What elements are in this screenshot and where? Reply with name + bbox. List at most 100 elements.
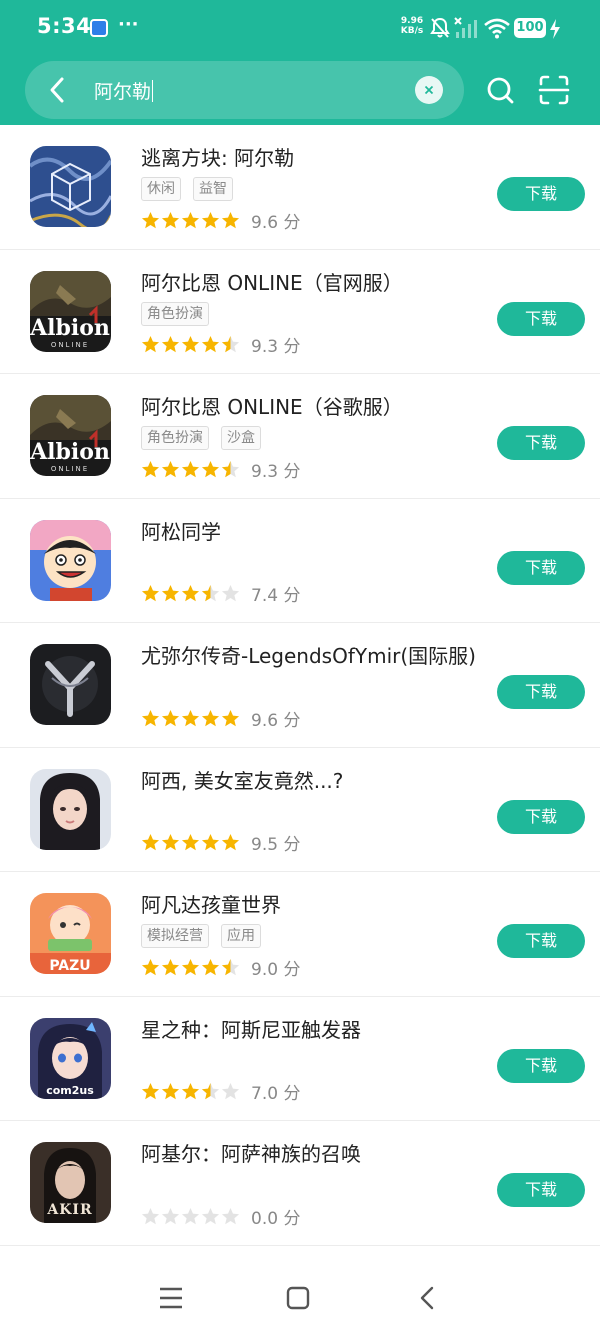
app-rating: 9.3 分 [141,332,300,357]
app-list-item[interactable]: Albion ONLINE 阿尔比恩 ONLINE（官网服） 角色扮演 9.3 … [0,250,600,374]
app-list-item[interactable]: com2us 星之种：阿斯尼亚触发器 7.0 分 下载 [0,997,600,1121]
app-name[interactable]: 逃离方块: 阿尔勒 [141,142,294,171]
akir-icon[interactable]: AKIR [30,1142,111,1223]
star-empty-icon [161,1207,180,1224]
star-rating [141,211,240,230]
star-seed-com2us-icon[interactable]: com2us [30,1017,111,1099]
roommate-girl-icon[interactable] [30,768,111,850]
svg-text:Albion: Albion [30,315,110,341]
signal-icon [454,17,477,38]
menu-icon[interactable] [158,1285,184,1311]
category-tag: 角色扮演 [141,301,209,326]
app-name[interactable]: 星之种：阿斯尼亚触发器 [141,1014,361,1043]
rusty-lake-cube-icon[interactable] [30,146,111,227]
svg-text:Albion: Albion [30,439,110,465]
app-list: 逃离方块: 阿尔勒 休闲 益智 9.6 分 下载 Albion ONLINE 阿尔… [0,125,600,1246]
download-button[interactable]: 下载 [497,799,585,834]
network-speed-value: 9.96 [400,16,424,26]
clear-search-icon[interactable] [415,76,443,104]
download-button[interactable]: 下载 [497,1173,585,1207]
star-filled-icon [221,709,240,726]
app-list-item[interactable]: PAZU 阿凡达孩童世界 模拟经营 应用 9.0 分 下载 [0,872,600,997]
app-name[interactable]: 阿凡达孩童世界 [141,889,281,918]
legends-of-ymir-icon[interactable] [30,644,111,725]
more-notifications-icon: ··· [118,14,139,35]
star-filled-icon [161,335,180,353]
category-tag: 沙盒 [221,426,261,450]
network-speed-unit: KB/s [400,26,424,36]
star-filled-icon [141,709,160,726]
home-icon[interactable] [285,1285,311,1311]
app-list-item[interactable]: AKIR 阿基尔：阿萨神族的召唤 0.0 分 下载 [0,1121,600,1246]
pazu-avatar-world-icon[interactable]: PAZU [30,893,111,974]
status-bar: 5:34 ··· 9.96 KB/s 100 [0,0,600,58]
svg-text:PAZU: PAZU [49,958,90,974]
app-name[interactable]: 阿基尔：阿萨神族的召唤 [141,1138,361,1167]
app-list-item[interactable]: 逃离方块: 阿尔勒 休闲 益智 9.6 分 下载 [0,125,600,250]
svg-text:AKIR: AKIR [46,1202,92,1218]
app-tags: 模拟经营 应用 [141,924,261,948]
download-button[interactable]: 下载 [497,924,585,958]
app-rating: 9.6 分 [141,706,300,731]
star-filled-icon [141,460,160,477]
star-filled-icon [161,211,180,228]
category-tag: 休闲 [141,177,181,201]
rating-score: 9.3 分 [251,332,300,357]
rating-score-value: 0.0 [251,1208,279,1229]
rating-score-value: 7.0 [251,1084,279,1104]
search-icon[interactable] [485,74,515,106]
star-filled-icon [201,460,220,477]
star-rating [141,1082,240,1101]
rating-score-value: 9.3 [251,461,279,482]
star-filled-icon [181,709,200,726]
app-list-item[interactable]: Albion ONLINE 阿尔比恩 ONLINE（谷歌服） 角色扮演 沙盒 9.… [0,374,600,499]
albion-online-icon[interactable]: Albion ONLINE [30,270,111,352]
app-name[interactable]: 阿尔比恩 ONLINE（官网服） [141,267,403,296]
back-arrow-icon[interactable] [44,74,72,106]
app-list-item[interactable]: 阿松同学 7.4 分 下载 [0,499,600,623]
star-filled-icon [181,335,200,353]
app-rating: 7.0 分 [141,1079,300,1104]
app-list-item[interactable]: 尤弥尔传奇-LegendsOfYmir(国际服) 9.6 分 下载 [0,623,600,748]
star-filled-icon [201,958,220,975]
star-filled-icon [201,335,220,353]
star-empty-icon [221,1082,240,1100]
app-header: 5:34 ··· 9.96 KB/s 100 阿尔勒 [0,0,600,125]
app-name[interactable]: 尤弥尔传奇-LegendsOfYmir(国际服) [141,640,476,669]
app-rating: 9.0 分 [141,957,300,980]
star-rating [141,335,240,354]
albion-online-icon[interactable]: Albion ONLINE [30,395,111,476]
download-button[interactable]: 下载 [497,426,585,460]
download-button[interactable]: 下载 [497,1048,585,1083]
star-half-icon [221,335,240,353]
app-tags: 角色扮演 [141,301,209,326]
search-bar[interactable] [25,61,464,119]
download-button[interactable]: 下载 [497,177,585,211]
star-filled-icon [181,1082,200,1100]
rating-score-value: 9.6 [251,212,279,233]
osomatsu-icon[interactable] [30,519,111,601]
app-name[interactable]: 阿西, 美女室友竟然...? [141,765,343,794]
rating-score-value: 9.3 [251,337,279,357]
app-name[interactable]: 阿松同学 [141,516,221,545]
star-half-icon [201,584,220,602]
rating-score: 9.6 分 [251,706,300,731]
app-rating: 9.6 分 [141,210,300,233]
network-speed: 9.96 KB/s [398,16,426,36]
download-button[interactable]: 下载 [497,675,585,709]
star-filled-icon [181,211,200,228]
download-button[interactable]: 下载 [497,301,585,336]
search-input[interactable]: 阿尔勒 [94,77,154,104]
app-rating: 9.5 分 [141,833,300,855]
star-filled-icon [181,958,200,975]
app-list-item[interactable]: 阿西, 美女室友竟然...? 9.5 分 下载 [0,748,600,872]
download-button[interactable]: 下载 [497,550,585,585]
star-filled-icon [141,958,160,975]
app-rating: 7.4 分 [141,584,300,606]
scan-icon[interactable] [538,74,570,106]
rating-score: 7.0 分 [251,1079,300,1104]
rating-score-unit: 分 [283,461,301,482]
app-name[interactable]: 阿尔比恩 ONLINE（谷歌服） [141,391,403,420]
mute-bell-icon [430,17,450,38]
nav-back-icon[interactable] [415,1285,441,1311]
